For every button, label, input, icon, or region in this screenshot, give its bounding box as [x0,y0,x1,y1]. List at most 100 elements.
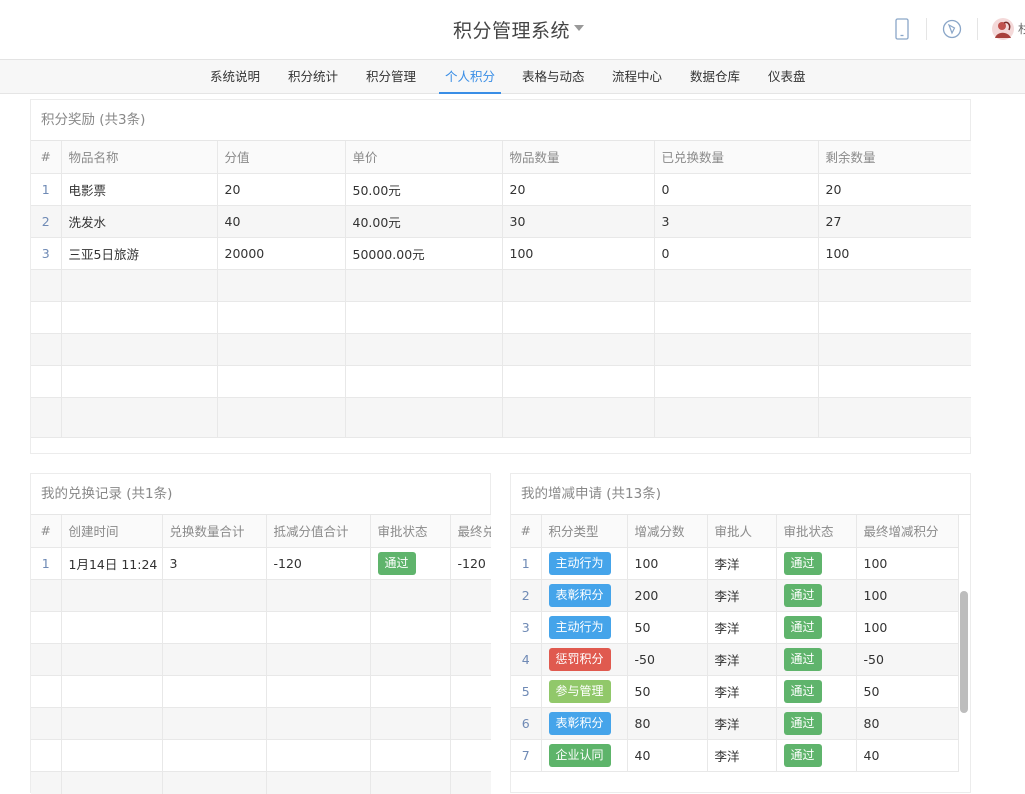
column-header[interactable]: 分值 [217,141,346,174]
remaining-cell[interactable]: 27 [818,205,971,238]
approver-cell[interactable]: 李洋 [707,579,777,612]
final-points-cell[interactable]: -50 [856,643,959,676]
item-name-cell[interactable]: 三亚5日旅游 [61,237,218,270]
table-row[interactable]: 1 电影票 20 50.00元 20 0 20 [31,173,971,206]
nav-item-system-intro[interactable]: 系统说明 [210,60,260,94]
approver-cell[interactable]: 李洋 [707,675,777,708]
table-row[interactable]: 3 主动行为 50 李洋 通过 100 [511,611,959,644]
delta-points-cell[interactable]: 50 [627,675,708,708]
nav-item-data-warehouse[interactable]: 数据仓库 [690,60,740,94]
column-header[interactable]: 抵减分值合计 [266,515,371,548]
points-cell[interactable]: 20 [217,173,346,206]
approver-cell[interactable]: 李洋 [707,611,777,644]
status-badge[interactable]: 通过 [783,647,822,671]
nav-item-tables-feed[interactable]: 表格与动态 [522,60,585,94]
delta-points-cell[interactable]: -50 [627,643,708,676]
points-type-tag[interactable]: 惩罚积分 [548,647,611,671]
column-header[interactable]: 最终兑 [450,515,491,548]
item-name-cell[interactable]: 洗发水 [61,205,218,238]
nav-item-personal-points[interactable]: 个人积分 [439,60,502,94]
nav-item-dashboard[interactable]: 仪表盘 [768,60,806,94]
created-time-cell[interactable]: 1月14日 11:24 [61,547,163,580]
exchange-quantity-cell[interactable]: 3 [162,547,267,580]
status-badge[interactable]: 通过 [783,711,822,735]
redeemed-cell[interactable]: 0 [654,173,819,206]
price-cell[interactable]: 40.00元 [345,205,503,238]
table-row[interactable]: 3 三亚5日旅游 20000 50000.00元 100 0 100 [31,237,971,270]
approver-cell[interactable]: 李洋 [707,547,777,580]
points-cell[interactable]: 20000 [217,237,346,270]
column-header[interactable]: 最终增减积分 [856,515,959,548]
nav-item-points-manage[interactable]: 积分管理 [366,60,416,94]
status-badge[interactable]: 通过 [783,679,822,703]
table-row[interactable]: 5 参与管理 50 李洋 通过 50 [511,675,959,708]
quantity-cell[interactable]: 100 [502,237,655,270]
compass-icon[interactable] [939,16,965,42]
column-header[interactable]: 积分类型 [541,515,628,548]
points-type-tag[interactable]: 表彰积分 [548,583,611,607]
final-points-cell[interactable]: 80 [856,707,959,740]
status-badge[interactable]: 通过 [783,743,822,767]
price-cell[interactable]: 50000.00元 [345,237,503,270]
quantity-cell[interactable]: 30 [502,205,655,238]
delta-points-cell[interactable]: 40 [627,739,708,772]
table-row[interactable]: 1 1月14日 11:24 3 -120 通过 -120 [31,547,491,580]
status-badge[interactable]: 通过 [783,615,822,639]
approver-cell[interactable]: 李洋 [707,739,777,772]
table-row[interactable]: 4 惩罚积分 -50 李洋 通过 -50 [511,643,959,676]
status-badge[interactable]: 通过 [377,551,416,575]
item-name-cell[interactable]: 电影票 [61,173,218,206]
column-header[interactable]: 兑换数量合计 [162,515,267,548]
scrollbar-thumb[interactable] [960,591,968,713]
redeemed-cell[interactable]: 0 [654,237,819,270]
app-title[interactable]: 积分管理系统 [453,16,570,43]
deducted-points-cell[interactable]: -120 [266,547,371,580]
table-row[interactable]: 7 企业认同 40 李洋 通过 40 [511,739,959,772]
price-cell[interactable]: 50.00元 [345,173,503,206]
column-header[interactable]: 物品名称 [61,141,218,174]
redeemed-cell[interactable]: 3 [654,205,819,238]
column-header[interactable]: 剩余数量 [818,141,971,174]
final-points-cell[interactable]: 100 [856,579,959,612]
status-badge[interactable]: 通过 [783,551,822,575]
status-badge[interactable]: 通过 [783,583,822,607]
column-header[interactable]: 物品数量 [502,141,655,174]
table-row[interactable]: 2 洗发水 40 40.00元 30 3 27 [31,205,971,238]
column-header[interactable]: 单价 [345,141,503,174]
column-header[interactable]: 审批状态 [370,515,451,548]
user-name[interactable]: 杉 [1018,20,1025,37]
approver-cell[interactable]: 李洋 [707,707,777,740]
points-type-tag[interactable]: 企业认同 [548,743,611,767]
table-row[interactable]: 6 表彰积分 80 李洋 通过 80 [511,707,959,740]
final-points-cell[interactable]: 40 [856,739,959,772]
final-points-cell[interactable]: -120 [450,547,491,580]
final-points-cell[interactable]: 100 [856,547,959,580]
chevron-down-icon[interactable] [574,25,584,31]
column-header[interactable]: 审批人 [707,515,777,548]
final-points-cell[interactable]: 100 [856,611,959,644]
quantity-cell[interactable]: 20 [502,173,655,206]
table-row[interactable]: 2 表彰积分 200 李洋 通过 100 [511,579,959,612]
points-type-tag[interactable]: 参与管理 [548,679,611,703]
remaining-cell[interactable]: 100 [818,237,971,270]
delta-points-cell[interactable]: 200 [627,579,708,612]
nav-item-workflow[interactable]: 流程中心 [612,60,662,94]
points-type-tag[interactable]: 主动行为 [548,551,611,575]
column-header[interactable]: 审批状态 [776,515,857,548]
column-header[interactable]: 创建时间 [61,515,163,548]
table-row[interactable]: 1 主动行为 100 李洋 通过 100 [511,547,959,580]
delta-points-cell[interactable]: 100 [627,547,708,580]
approver-cell[interactable]: 李洋 [707,643,777,676]
remaining-cell[interactable]: 20 [818,173,971,206]
points-type-tag[interactable]: 表彰积分 [548,711,611,735]
delta-points-cell[interactable]: 80 [627,707,708,740]
avatar[interactable] [990,16,1016,42]
delta-points-cell[interactable]: 50 [627,611,708,644]
points-cell[interactable]: 40 [217,205,346,238]
final-points-cell[interactable]: 50 [856,675,959,708]
mobile-icon[interactable] [889,16,915,42]
column-header[interactable]: 已兑换数量 [654,141,819,174]
points-type-tag[interactable]: 主动行为 [548,615,611,639]
nav-item-points-stats[interactable]: 积分统计 [288,60,338,94]
column-header[interactable]: 增减分数 [627,515,708,548]
